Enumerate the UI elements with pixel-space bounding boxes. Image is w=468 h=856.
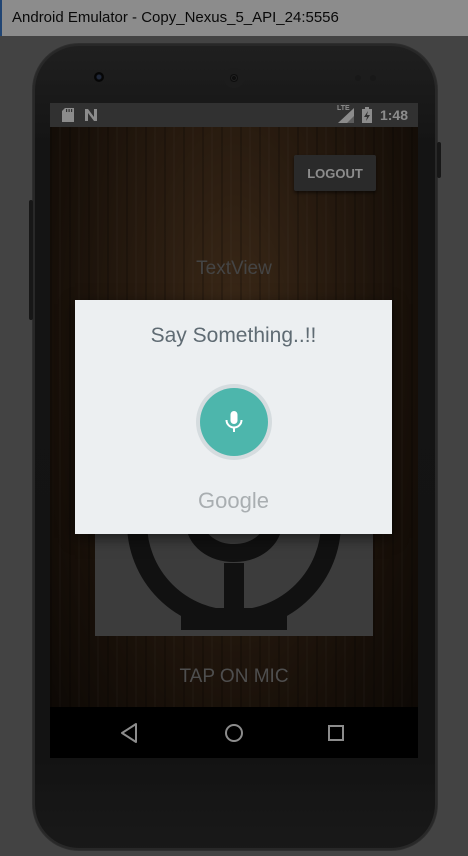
google-logo: Google <box>198 488 269 513</box>
dialog-prompt: Say Something..!! <box>150 324 317 347</box>
clock: 1:48 <box>379 107 408 123</box>
sd-card-icon <box>62 108 74 122</box>
volume-button[interactable] <box>29 200 33 320</box>
home-icon[interactable] <box>220 719 248 747</box>
status-bar: LTE 1:48 <box>50 103 418 127</box>
navigation-bar <box>50 707 418 758</box>
earpiece-speaker <box>224 68 244 88</box>
network-type-label: LTE <box>337 105 350 112</box>
mic-image-button[interactable] <box>95 523 373 636</box>
logout-button[interactable]: LOGOUT <box>294 155 376 191</box>
battery-charging-icon <box>362 107 372 123</box>
back-icon[interactable] <box>116 719 144 747</box>
window-title: Android Emulator - Copy_Nexus_5_API_24:5… <box>0 0 468 36</box>
result-textview: TextView <box>196 258 272 279</box>
n-notification-icon <box>85 109 97 121</box>
microphone-icon <box>225 411 243 432</box>
recents-icon[interactable] <box>322 719 350 747</box>
tap-on-mic-label: TAP ON MIC <box>179 666 289 687</box>
light-sensor <box>370 75 376 81</box>
speech-input-dialog: Say Something..!! Google <box>75 300 392 534</box>
microphone-icon <box>127 523 341 630</box>
power-button[interactable] <box>437 142 441 178</box>
front-camera <box>94 72 104 82</box>
proximity-sensor <box>355 75 361 81</box>
voice-mic-button[interactable] <box>200 388 268 456</box>
